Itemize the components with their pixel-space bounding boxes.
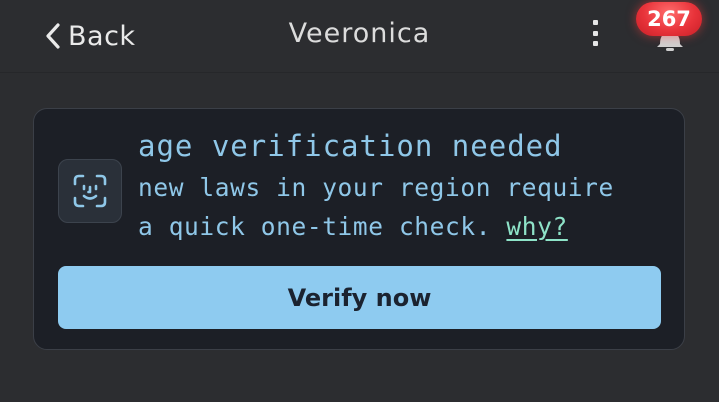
card-body-line-2: a quick one-time check. why? [138, 212, 568, 241]
page-title: Veeronica [288, 18, 431, 49]
card-heading: age verification needed [138, 129, 563, 163]
why-link[interactable]: why? [506, 212, 567, 241]
more-vertical-icon[interactable] [584, 20, 606, 46]
notification-count-badge[interactable]: 267 [636, 2, 702, 36]
card-body-line-1: new laws in your region require [138, 173, 614, 202]
face-scan-icon [58, 159, 122, 223]
app-header: Back Veeronica 267 [0, 0, 719, 73]
age-verification-card: age verification needed new laws in your… [33, 108, 685, 350]
card-body-line-2-text: a quick one-time check. [138, 212, 492, 241]
verify-now-button[interactable]: Verify now [58, 266, 661, 329]
